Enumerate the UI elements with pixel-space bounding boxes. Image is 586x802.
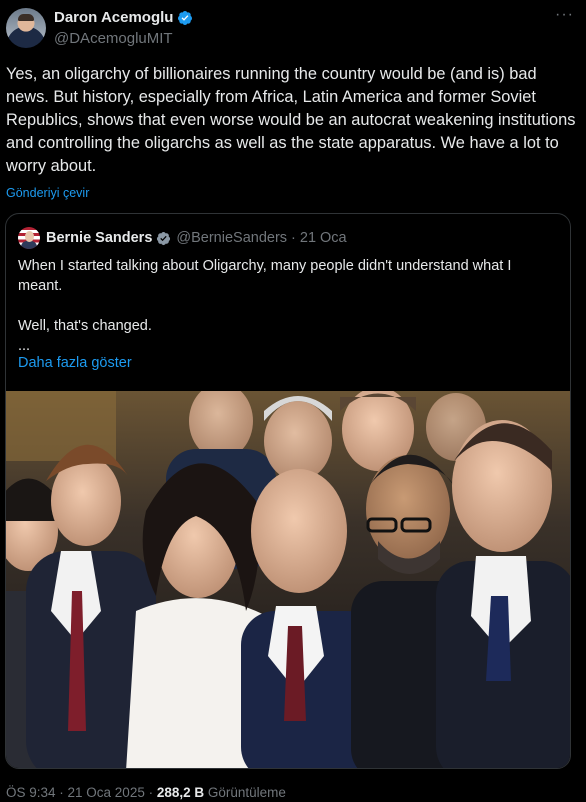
tweet-text: Yes, an oligarchy of billionaires runnin…: [6, 65, 576, 175]
quoted-author-handle[interactable]: @BernieSanders: [176, 230, 287, 246]
tweet-timestamp[interactable]: ÖS 9:34 · 21 Oca 2025 ·: [6, 785, 157, 800]
tweet-header: Daron Acemoglu @DAcemogluMIT ···: [6, 6, 576, 50]
author-display-name-text[interactable]: Daron Acemoglu: [54, 9, 173, 26]
author-handle[interactable]: @DAcemogluMIT: [54, 30, 193, 47]
quoted-tweet-photo[interactable]: [6, 391, 570, 768]
translate-link[interactable]: Gönderiyi çevir: [6, 186, 89, 200]
quoted-paragraph-2: Well, that's changed.: [18, 318, 152, 334]
author-names: Daron Acemoglu @DAcemogluMIT: [54, 9, 193, 47]
quoted-author-avatar[interactable]: [18, 227, 40, 249]
more-options-icon[interactable]: ···: [555, 6, 574, 24]
separator-dot: ·: [291, 230, 296, 246]
quoted-tweet[interactable]: Bernie Sanders @BernieSanders · 21 Oca W…: [5, 213, 571, 769]
show-more-link[interactable]: Daha fazla göster: [18, 355, 132, 371]
quoted-author-name[interactable]: Bernie Sanders: [46, 230, 152, 246]
author-display-name[interactable]: Daron Acemoglu: [54, 9, 193, 26]
author-avatar[interactable]: [6, 8, 46, 48]
quoted-tweet-date[interactable]: 21 Oca: [300, 230, 347, 246]
group-photo-illustration: [6, 391, 570, 768]
verified-badge-icon: [157, 231, 171, 245]
verified-badge-icon: [178, 10, 193, 25]
quoted-ellipsis: ...: [18, 338, 31, 354]
quoted-paragraph-1: When I started talking about Oligarchy, …: [18, 258, 512, 294]
quoted-tweet-header: Bernie Sanders @BernieSanders · 21 Oca: [18, 227, 347, 249]
tweet-footer: ÖS 9:34 · 21 Oca 2025 · 288,2 B Görüntül…: [6, 785, 286, 800]
views-label: Görüntüleme: [204, 785, 286, 800]
views-count: 288,2 B: [156, 785, 205, 800]
